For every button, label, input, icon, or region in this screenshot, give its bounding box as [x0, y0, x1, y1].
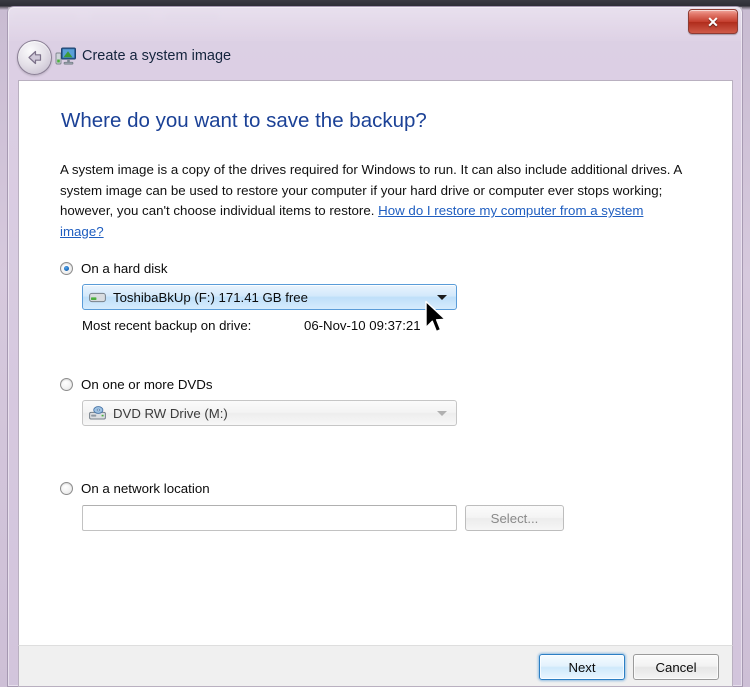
radio-label-dvds: On one or more DVDs [81, 377, 213, 392]
page-heading: Where do you want to save the backup? [61, 109, 427, 132]
select-button[interactable]: Select... [465, 505, 564, 531]
next-button[interactable]: Next [539, 654, 625, 680]
description-paragraph: A system image is a copy of the drives r… [60, 160, 688, 242]
radio-hard-disk[interactable] [60, 262, 73, 275]
radio-label-hard-disk: On a hard disk [81, 261, 168, 276]
cancel-button[interactable]: Cancel [633, 654, 719, 680]
back-arrow-icon [28, 50, 42, 65]
recent-backup-value: 06-Nov-10 09:37:21 [304, 318, 421, 333]
network-location-row: Select... [82, 505, 564, 531]
window-header: Create a system image [8, 37, 742, 79]
dvd-drive-value: DVD RW Drive (M:) [113, 405, 228, 421]
hard-disk-drive-value: ToshibaBkUp (F:) 171.41 GB free [113, 289, 308, 305]
close-icon: ✕ [707, 13, 719, 30]
dialog-footer: Next Cancel [18, 645, 733, 687]
recent-backup-row: Most recent backup on drive: 06-Nov-10 0… [82, 318, 457, 333]
chevron-down-icon [437, 295, 447, 300]
radio-row-network[interactable]: On a network location [60, 481, 564, 496]
dvd-drive-combobox[interactable]: DVD RW Drive (M:) [82, 400, 457, 426]
hard-drive-icon [89, 292, 106, 302]
radio-row-hard-disk[interactable]: On a hard disk [60, 261, 457, 276]
recent-backup-label: Most recent backup on drive: [82, 318, 252, 333]
system-image-icon [55, 46, 77, 67]
radio-dvds[interactable] [60, 378, 73, 391]
optical-drive-icon [89, 406, 106, 420]
radio-network[interactable] [60, 482, 73, 495]
hard-disk-drive-combobox[interactable]: ToshibaBkUp (F:) 171.41 GB free [82, 284, 457, 310]
option-group-network: On a network location Select... [60, 481, 564, 531]
content-panel: Where do you want to save the backup? A … [18, 80, 733, 645]
chevron-down-icon [437, 411, 447, 416]
window-title: Create a system image [82, 48, 232, 64]
back-button[interactable] [17, 40, 52, 75]
option-group-hard-disk: On a hard disk ToshibaBkUp (F:) 171.41 G… [60, 261, 457, 333]
radio-row-dvds[interactable]: On one or more DVDs [60, 377, 457, 392]
radio-label-network: On a network location [81, 481, 210, 496]
close-button[interactable]: ✕ [688, 9, 738, 34]
window-glass-sheen [8, 7, 742, 41]
create-system-image-window: ✕ Create a system image Where do you wan… [7, 6, 743, 687]
network-path-input[interactable] [82, 505, 457, 531]
option-group-dvds: On one or more DVDs DVD RW Drive (M:) [60, 377, 457, 426]
